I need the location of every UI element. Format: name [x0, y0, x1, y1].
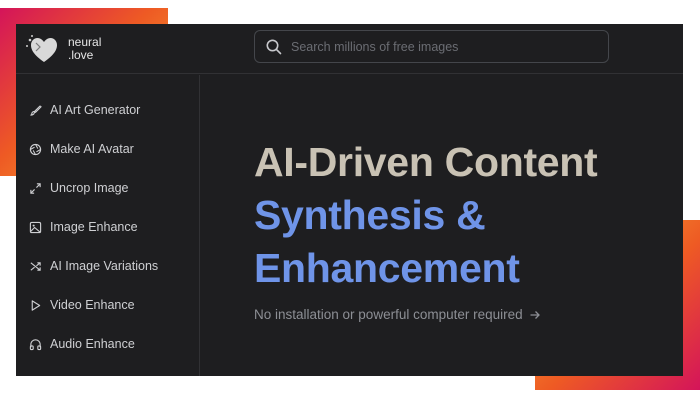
page: neural .love AI Art Generator [0, 0, 700, 400]
hero-title-line3: Enhancement [254, 245, 520, 291]
sidebar-item-audio-enhance[interactable]: Audio Enhance [16, 329, 200, 359]
sidebar-item-image-enhance[interactable]: Image Enhance [16, 212, 200, 242]
sidebar-item-make-ai-avatar[interactable]: Make AI Avatar [16, 134, 200, 164]
brand-name-line2: .love [68, 48, 94, 62]
sidebar-item-label: Make AI Avatar [50, 142, 134, 156]
headphones-icon [28, 337, 42, 351]
sidebar-item-label: AI Art Generator [50, 103, 141, 117]
brush-icon [28, 103, 42, 117]
logo[interactable]: neural .love [24, 32, 101, 66]
hero-subtitle: No installation or powerful computer req… [254, 307, 523, 322]
sidebar-item-ai-art-generator[interactable]: AI Art Generator [16, 95, 200, 125]
heart-logo-icon [26, 35, 57, 62]
sidebar-item-label: Audio Enhance [50, 337, 135, 351]
sidebar-item-ai-image-variations[interactable]: AI Image Variations [16, 251, 200, 281]
search-box[interactable] [254, 30, 609, 63]
brand-name: neural .love [68, 36, 101, 62]
sidebar-item-label: Uncrop Image [50, 181, 129, 195]
image-icon [28, 220, 42, 234]
sidebar-item-uncrop-image[interactable]: Uncrop Image [16, 173, 200, 203]
top-bar: neural .love [16, 24, 683, 74]
search-input[interactable] [291, 31, 608, 62]
hero-title-line2: Synthesis & [254, 192, 486, 238]
expand-arrows-icon [28, 181, 42, 195]
hero-subtitle-link[interactable]: No installation or powerful computer req… [254, 307, 679, 322]
sidebar-item-video-enhance[interactable]: Video Enhance [16, 290, 200, 320]
search-icon [266, 39, 282, 54]
hero-title-line1: AI-Driven Content [254, 139, 598, 185]
shuffle-icon [28, 259, 42, 273]
aperture-icon [28, 142, 42, 156]
app-window: neural .love AI Art Generator [16, 24, 683, 376]
sidebar: AI Art Generator Make AI Avatar Uncrop I… [16, 75, 200, 376]
sidebar-item-label: Video Enhance [50, 298, 135, 312]
arrow-right-icon [530, 310, 540, 319]
sidebar-item-label: Image Enhance [50, 220, 138, 234]
hero: AI-Driven Content Synthesis & Enhancemen… [254, 136, 679, 322]
play-icon [28, 298, 42, 312]
sidebar-item-label: AI Image Variations [50, 259, 159, 273]
